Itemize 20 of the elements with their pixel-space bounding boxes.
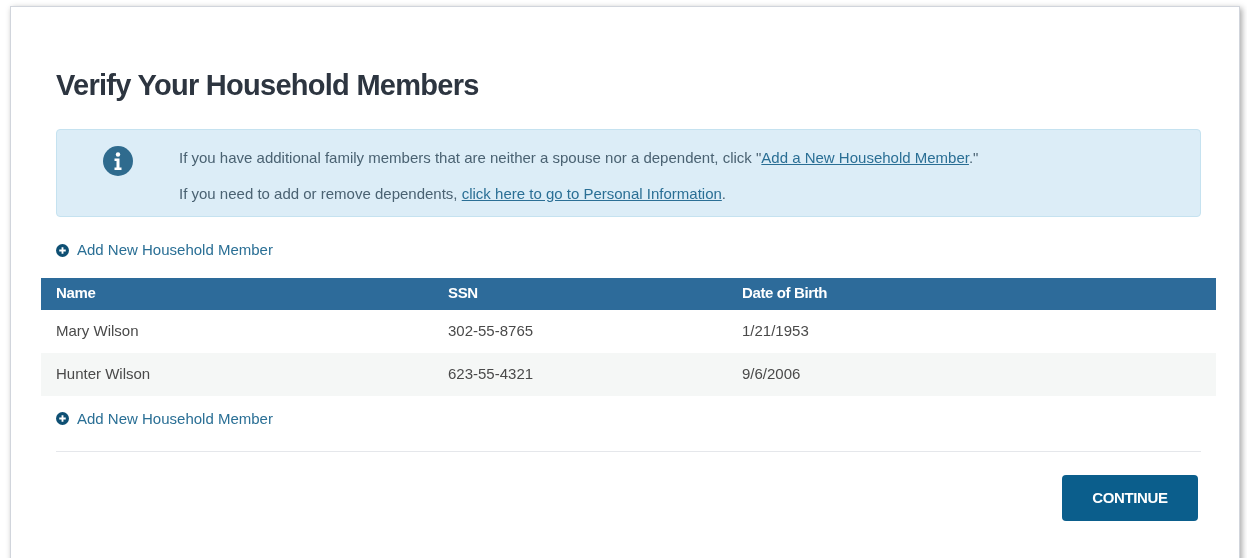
plus-circle-icon xyxy=(56,243,69,257)
column-header: Name xyxy=(41,277,433,310)
link[interactable]: click here to go to Personal Information xyxy=(461,184,722,202)
page-title: Verify Your Household Members xyxy=(56,68,480,103)
add-member-link[interactable]: Add New Household Member xyxy=(56,407,273,430)
add-member-link[interactable]: Add New Household Member xyxy=(56,239,273,262)
plus-circle-icon xyxy=(56,412,69,426)
info-icon xyxy=(103,146,133,176)
table-cell: 623-55-4321 xyxy=(433,352,727,396)
info-text: If you need to add or remove dependents, click here to go to Personal Information. xyxy=(179,183,727,204)
table-cell: Hunter Wilson xyxy=(41,352,433,396)
table-cell: Mary Wilson xyxy=(41,309,433,353)
column-header: SSN xyxy=(433,277,727,310)
table-cell: 9/6/2006 xyxy=(727,352,1216,396)
info-text: If you have additional family members that are neither a spouse nor a dependent, click "Add a New Household Member." xyxy=(179,148,979,168)
continue-button[interactable]: CONTINUE xyxy=(1062,475,1198,521)
table-cell: 1/21/1953 xyxy=(727,309,1216,353)
table-cell: 302-55-8765 xyxy=(433,309,727,353)
column-header: Date of Birth xyxy=(727,277,1216,310)
link[interactable]: Add a New Household Member xyxy=(761,149,969,166)
